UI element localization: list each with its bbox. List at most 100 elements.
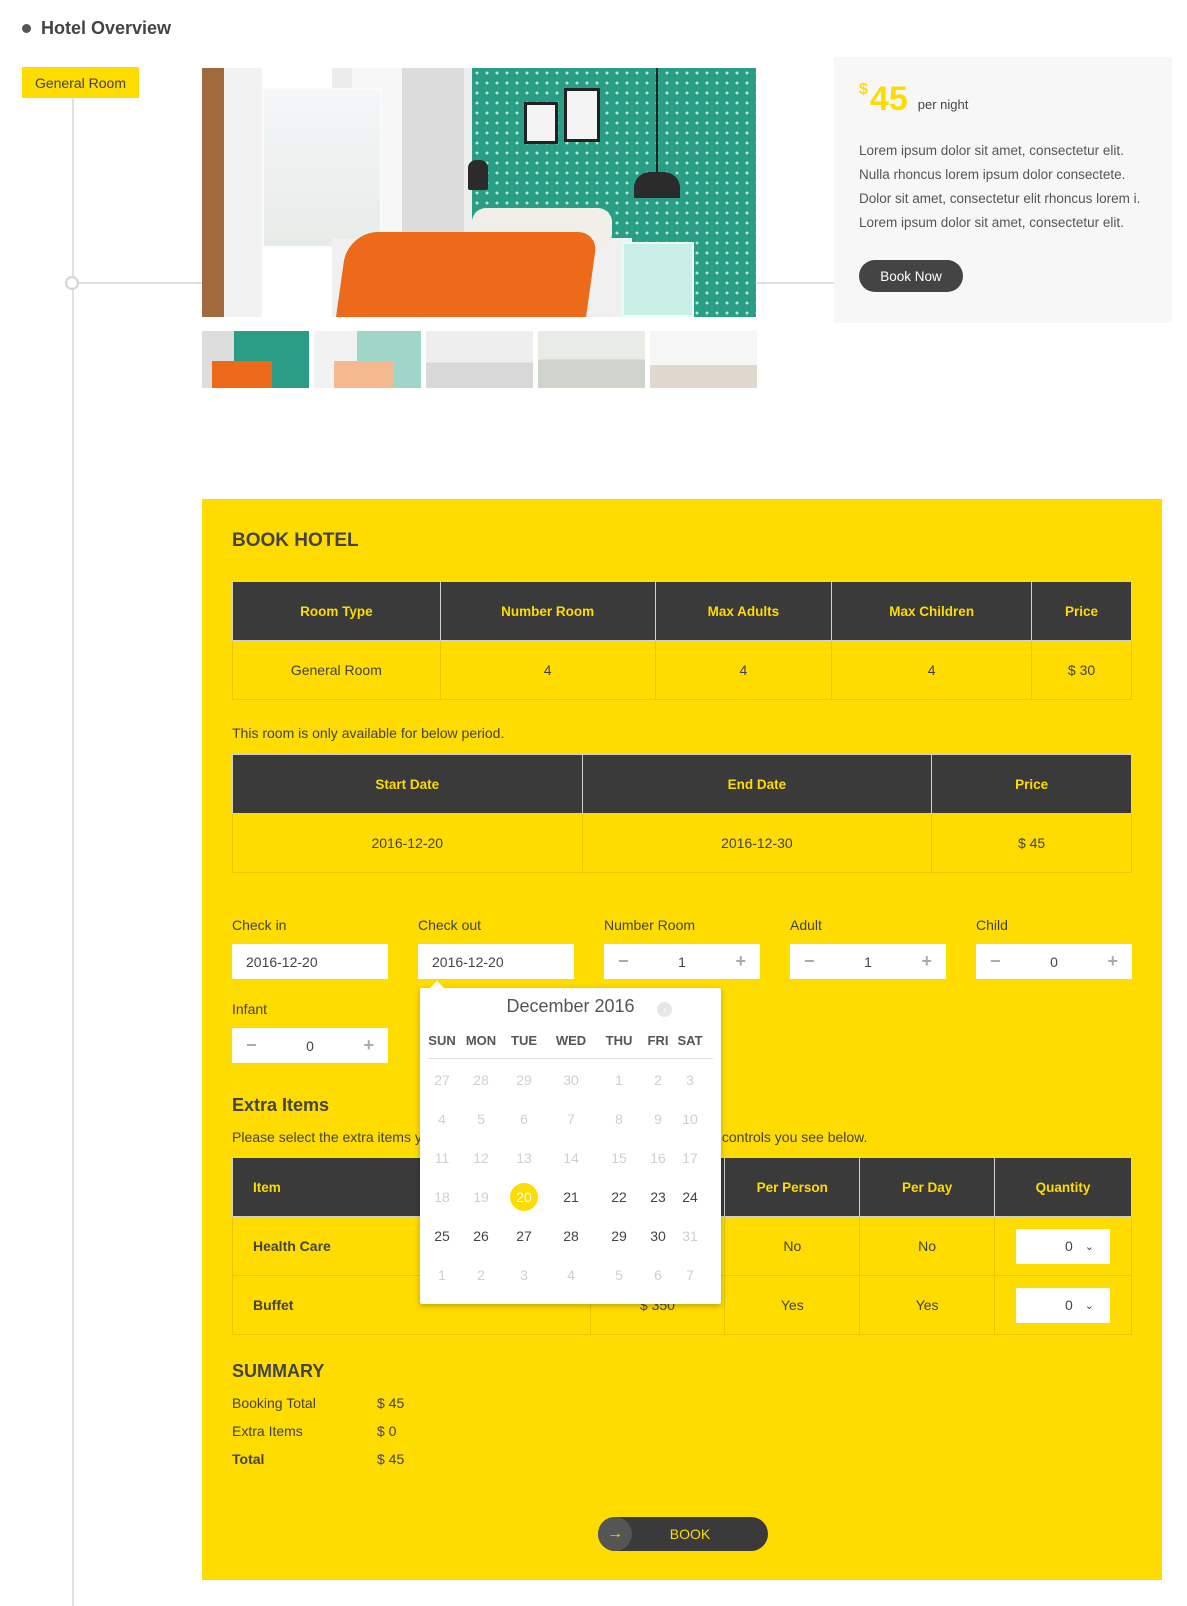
thumbnail[interactable] [314, 331, 421, 388]
minus-icon[interactable]: − [246, 1035, 257, 1056]
calendar-day: 29 [516, 1072, 532, 1088]
next-month-icon[interactable]: › [657, 1002, 672, 1017]
period-table-header: Start Date [232, 754, 583, 814]
table-row: General Room 4 4 4 $ 30 [232, 640, 1132, 700]
calendar-day: 19 [473, 1189, 489, 1205]
quantity-cell: 0 ⌄ [994, 1216, 1132, 1276]
calendar-day[interactable]: 30 [644, 1222, 672, 1250]
thumbnail[interactable] [538, 331, 645, 388]
check-in-input[interactable]: 2016-12-20 [232, 944, 388, 979]
calendar-day: 2 [654, 1072, 662, 1088]
room-description: Lorem ipsum dolor sit amet, consectetur … [859, 143, 1141, 230]
calendar-day: 1 [438, 1267, 446, 1283]
plus-icon[interactable]: + [363, 1035, 374, 1056]
plus-icon[interactable]: + [921, 951, 932, 972]
book-now-button[interactable]: Book Now [859, 260, 963, 292]
timeline-node [65, 276, 79, 290]
arrow-right-icon: → [598, 1517, 632, 1551]
extra-item-per-day: No [859, 1216, 996, 1276]
summary-value: $ 0 [377, 1423, 397, 1439]
calendar-day: 6 [520, 1111, 528, 1127]
calendar-day: 8 [615, 1111, 623, 1127]
price-amount: 45 [869, 80, 908, 118]
room-table-header: Price [1031, 581, 1132, 641]
plus-icon[interactable]: + [1107, 951, 1118, 972]
infant-stepper: − 0 + [232, 1028, 388, 1063]
extra-item-per-person: Yes [724, 1275, 861, 1335]
table-cell: 2016-12-30 [581, 813, 933, 873]
calendar-day: 10 [682, 1111, 698, 1127]
calendar-day: 17 [682, 1150, 698, 1166]
child-stepper: − 0 + [976, 944, 1132, 979]
check-out-input[interactable]: 2016-12-20 [418, 944, 574, 979]
calendar-day[interactable]: 23 [644, 1183, 672, 1211]
summary-title: SUMMARY [232, 1361, 325, 1381]
room-photo[interactable] [202, 68, 756, 317]
calendar-day: 15 [611, 1150, 627, 1166]
book-button[interactable]: → BOOK [598, 1517, 768, 1551]
book-button-label: BOOK [669, 1526, 711, 1542]
summary-total: Total $ 45 [232, 1451, 432, 1467]
period-table: Start Date End Date Price 2016-12-20 201… [232, 754, 1132, 873]
calendar-day: 30 [563, 1072, 579, 1088]
summary-label: Booking Total [232, 1395, 316, 1411]
child-value: 0 [1050, 953, 1058, 970]
number-room-value: 1 [678, 953, 686, 970]
bullet-icon [22, 24, 31, 33]
minus-icon[interactable]: − [804, 951, 815, 972]
weekday-label: TUE [511, 1033, 537, 1048]
calendar-day[interactable]: 26 [467, 1222, 495, 1250]
minus-icon[interactable]: − [990, 951, 1001, 972]
page: Hotel Overview General Room $ 45 per nig… [0, 0, 1187, 1606]
calendar-day[interactable]: 21 [557, 1183, 585, 1211]
quantity-cell: 0 ⌄ [994, 1275, 1132, 1335]
plus-icon[interactable]: + [735, 951, 746, 972]
room-table-header: Number Room [439, 581, 656, 641]
calendar-day: 3 [686, 1072, 694, 1088]
number-room-label: Number Room [604, 917, 696, 933]
calendar-day: 28 [473, 1072, 489, 1088]
table-row: 2016-12-20 2016-12-30 $ 45 [232, 813, 1132, 873]
calendar-day: 5 [477, 1111, 485, 1127]
calendar-day[interactable]: 27 [510, 1222, 538, 1250]
date-picker: December 2016 › SUN MON TUE WED THU FRI SAT 27… [420, 981, 721, 1304]
price-currency: $ [859, 81, 868, 98]
infant-label: Infant [232, 1001, 268, 1017]
minus-icon[interactable]: − [618, 951, 629, 972]
calendar-day: 31 [682, 1228, 698, 1244]
calendar-day[interactable]: 24 [676, 1183, 704, 1211]
room-badge[interactable]: General Room [22, 67, 139, 98]
summary-value: $ 45 [377, 1451, 405, 1467]
calendar-day[interactable]: 25 [428, 1222, 456, 1250]
calendar-day-selected[interactable]: 20 [510, 1183, 538, 1211]
summary-value: $ 45 [377, 1395, 405, 1411]
calendar-day[interactable]: 22 [605, 1183, 633, 1211]
calendar-day: 14 [563, 1150, 579, 1166]
price-card: $ 45 per night Lorem ipsum dolor sit ame… [834, 57, 1172, 323]
period-table-header: Price [931, 754, 1132, 814]
timeline-connector-right [756, 282, 834, 284]
adult-value: 1 [864, 953, 872, 970]
calendar-day: 11 [434, 1150, 450, 1166]
thumbnail[interactable] [202, 331, 309, 388]
thumbnail[interactable] [426, 331, 533, 388]
weekday-label: FRI [647, 1033, 669, 1048]
calendar-day[interactable]: 28 [557, 1222, 585, 1250]
adult-label: Adult [790, 917, 822, 933]
table-cell: 2016-12-20 [232, 813, 583, 873]
calendar-day: 9 [654, 1111, 662, 1127]
calendar-day[interactable]: 29 [605, 1222, 633, 1250]
photo-thumbnails [202, 331, 757, 388]
extra-item-per-person: No [724, 1216, 861, 1276]
quantity-select[interactable]: 0 ⌄ [1016, 1287, 1111, 1323]
thumbnail[interactable] [650, 331, 757, 388]
availability-note: This room is only available for below pe… [232, 725, 505, 741]
calendar-day: 16 [650, 1150, 666, 1166]
calendar-day: 18 [434, 1189, 450, 1205]
weekday-label: SUN [428, 1033, 456, 1048]
summary-extra-items: Extra Items $ 0 [232, 1423, 432, 1439]
quantity-select[interactable]: 0 ⌄ [1016, 1228, 1111, 1264]
price: $ 45 per night [859, 79, 1147, 119]
chevron-down-icon: ⌄ [1084, 1240, 1095, 1253]
period-table-header: End Date [581, 754, 933, 814]
